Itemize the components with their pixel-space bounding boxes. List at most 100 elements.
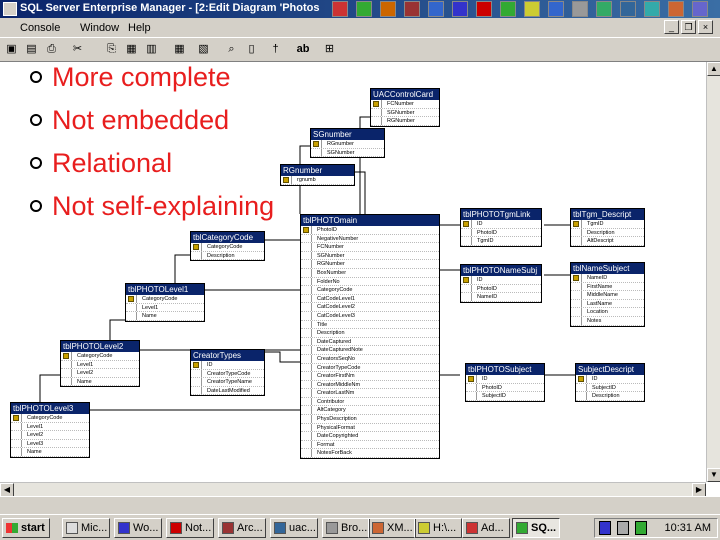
table-column-row[interactable]: SGNumber xyxy=(301,251,439,261)
table-column-row[interactable]: Level1 xyxy=(126,303,204,313)
table-column-row[interactable]: CreatorTypeCode xyxy=(301,363,439,373)
key-icon[interactable]: † xyxy=(268,42,283,57)
word-doc-icon[interactable] xyxy=(452,1,468,17)
tray-app-icon[interactable] xyxy=(599,521,611,535)
table-column-row[interactable]: PhysicalFormat xyxy=(301,423,439,433)
table-column-row[interactable]: DateCapturedNote xyxy=(301,346,439,355)
table-column-row[interactable]: PhotoID xyxy=(466,383,544,393)
taskbar-task[interactable]: SQ... xyxy=(512,518,560,538)
taskbar-task[interactable]: XM... xyxy=(368,518,416,538)
table-column-row[interactable]: BoxNumber xyxy=(301,268,439,278)
horizontal-scrollbar[interactable]: ◀ ▶ xyxy=(0,482,706,497)
table-column-row[interactable]: ID xyxy=(576,375,644,384)
table-column-row[interactable]: AltDescript xyxy=(571,237,644,246)
db-table-4[interactable]: tblCategoryCode CategoryCode Description xyxy=(190,231,265,262)
tray-network-icon[interactable] xyxy=(617,521,629,535)
db-table-1[interactable]: SGnumber RGnumber SGNumber xyxy=(310,128,385,159)
table-title[interactable]: tblPHOTOLevel1 xyxy=(126,284,204,295)
table-column-row[interactable]: Contributor xyxy=(301,397,439,407)
access-icon[interactable] xyxy=(404,1,420,17)
table-column-row[interactable]: NotesForBack xyxy=(301,449,439,459)
word-icon[interactable] xyxy=(332,1,348,17)
folder-icon[interactable] xyxy=(524,1,540,17)
table-title[interactable]: SGnumber xyxy=(311,129,384,140)
table-column-row[interactable]: FCNumber xyxy=(371,100,439,109)
table-column-row[interactable]: ID xyxy=(466,375,544,384)
scroll-right-icon[interactable]: ▶ xyxy=(692,483,706,497)
paste-icon[interactable]: ▦ xyxy=(124,42,139,57)
minimize-button[interactable]: _ xyxy=(664,20,679,34)
table-column-row[interactable]: FolderNo xyxy=(301,277,439,287)
table-column-row[interactable]: Title xyxy=(301,320,439,330)
print-icon[interactable]: ⎙ xyxy=(44,42,59,57)
table-column-row[interactable]: PhotoID xyxy=(461,284,541,294)
table-column-row[interactable]: SubjectID xyxy=(466,392,544,401)
table-column-row[interactable]: NameID xyxy=(571,274,644,283)
table-column-row[interactable]: DateCopyrighted xyxy=(301,432,439,441)
table-column-row[interactable]: RGNumber xyxy=(371,117,439,126)
table-title[interactable]: tblCategoryCode xyxy=(191,232,264,243)
scroll-left-icon[interactable]: ◀ xyxy=(0,483,14,497)
table-title[interactable]: CreatorTypes xyxy=(191,350,264,361)
table-column-row[interactable]: Name xyxy=(61,377,139,387)
db-table-7[interactable]: tblPHOTOLevel3 CategoryCode Level1 Level2 Le… xyxy=(10,402,90,458)
db-table-14[interactable]: SubjectDescript ID SubjectID Description xyxy=(575,363,645,402)
table-column-row[interactable]: LastName xyxy=(571,299,644,309)
table-column-row[interactable]: CatCodeLevel2 xyxy=(301,303,439,312)
table-title[interactable]: tblPHOTOLevel3 xyxy=(11,403,89,414)
table-column-row[interactable]: CreatorMiddleNm xyxy=(301,380,439,390)
table-column-row[interactable]: SGNumber xyxy=(371,108,439,118)
tree-icon[interactable] xyxy=(500,1,516,17)
table-column-row[interactable]: CreatorLastNm xyxy=(301,389,439,398)
taskbar-task[interactable]: Mic... xyxy=(62,518,110,538)
menu-window[interactable]: Window xyxy=(80,22,119,34)
grid-icon[interactable] xyxy=(596,1,612,17)
table-column-row[interactable]: Level1 xyxy=(61,360,139,370)
firefox-icon[interactable] xyxy=(668,1,684,17)
cut-icon[interactable]: ✂ xyxy=(70,42,85,57)
globe-icon[interactable] xyxy=(644,1,660,17)
table-column-row[interactable]: CreatorsSeqNo xyxy=(301,354,439,364)
table-column-row[interactable]: ID xyxy=(191,361,264,370)
explorer-icon[interactable] xyxy=(620,1,636,17)
table-column-row[interactable]: PhysDescription xyxy=(301,415,439,424)
table-column-row[interactable]: PhotoID xyxy=(461,228,541,238)
db-table-0[interactable]: UACControlCard FCNumber SGNumber RGNumber xyxy=(370,88,440,127)
properties-icon[interactable]: ▤ xyxy=(24,42,39,57)
info-icon[interactable] xyxy=(692,1,708,17)
db-table-9[interactable]: tblPHOTOTgmLink ID PhotoID TgmID xyxy=(460,208,542,247)
arrange-icon[interactable]: ⊞ xyxy=(322,42,337,57)
table-title[interactable]: tblPHOTONameSubj xyxy=(461,265,541,276)
zoom-icon[interactable]: ⌕ xyxy=(224,42,239,57)
menu-console[interactable]: Console xyxy=(20,22,60,34)
table-column-row[interactable]: Level2 xyxy=(11,431,89,440)
table-column-row[interactable]: MiddleName xyxy=(571,291,644,300)
table-column-row[interactable]: SGNumber xyxy=(311,148,384,158)
db-table-13[interactable]: tblPHOTOSubject ID PhotoID SubjectID xyxy=(465,363,545,402)
table-column-row[interactable]: NegativeNumber xyxy=(301,234,439,244)
excel-icon[interactable] xyxy=(356,1,372,17)
table-column-row[interactable]: rgnumb xyxy=(281,176,354,185)
table-title[interactable]: tblPHOTOSubject xyxy=(466,364,544,375)
table-column-row[interactable]: Name xyxy=(11,448,89,457)
table-column-row[interactable]: DateCaptured xyxy=(301,337,439,347)
add-table-icon[interactable]: ▧ xyxy=(196,42,211,57)
restore-button[interactable]: ❐ xyxy=(681,20,696,34)
table-column-row[interactable]: Level1 xyxy=(11,422,89,432)
taskbar-task[interactable]: Arc... xyxy=(218,518,266,538)
table-column-row[interactable]: Name xyxy=(126,312,204,321)
taskbar-task[interactable]: Not... xyxy=(166,518,214,538)
taskbar-task[interactable]: Ad... xyxy=(462,518,510,538)
red-plus-icon[interactable] xyxy=(476,1,492,17)
table-column-row[interactable]: CreatorTypeCode xyxy=(191,369,264,379)
scroll-down-icon[interactable]: ▼ xyxy=(707,468,720,482)
table-column-row[interactable]: CatCodeLevel1 xyxy=(301,294,439,304)
table-title[interactable]: tblNameSubject xyxy=(571,263,644,274)
paste-icon-2[interactable]: ▥ xyxy=(144,42,159,57)
table-column-row[interactable]: RGnumber xyxy=(311,140,384,149)
table-title[interactable]: UACControlCard xyxy=(371,89,439,100)
taskbar-task[interactable]: Bro... xyxy=(322,518,370,538)
db-table-3[interactable]: tblPHOTOmain PhotoID NegativeNumber FCNumbe… xyxy=(300,214,440,460)
table-title[interactable]: tblPHOTOmain xyxy=(301,215,439,226)
table-column-row[interactable]: Description xyxy=(301,329,439,338)
